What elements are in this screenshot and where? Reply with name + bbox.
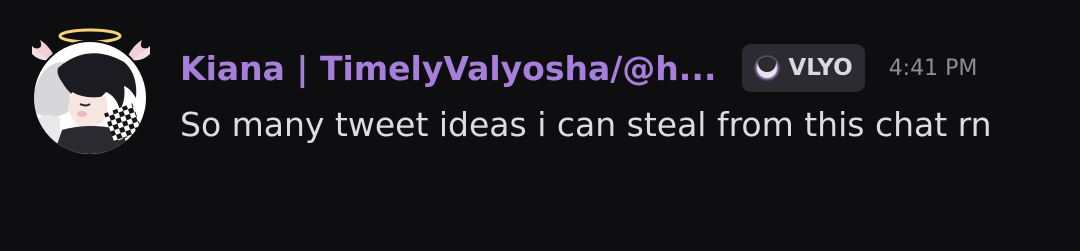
chat-message: Kiana | TimelyValyosha/@h... VLYO 4:41 P… [0, 0, 1080, 251]
server-tag[interactable]: VLYO [742, 44, 865, 92]
crescent-moon-badge-icon [754, 54, 781, 81]
server-tag-text: VLYO [788, 55, 853, 81]
author-name[interactable]: Kiana | TimelyValyosha/@h... [180, 49, 716, 88]
message-content: So many tweet ideas i can steal from thi… [180, 105, 992, 144]
message-timestamp[interactable]: 4:41 PM [889, 56, 978, 81]
user-avatar[interactable] [22, 22, 158, 158]
message-header: Kiana | TimelyValyosha/@h... VLYO 4:41 P… [180, 40, 977, 96]
avatar-image [32, 28, 150, 156]
